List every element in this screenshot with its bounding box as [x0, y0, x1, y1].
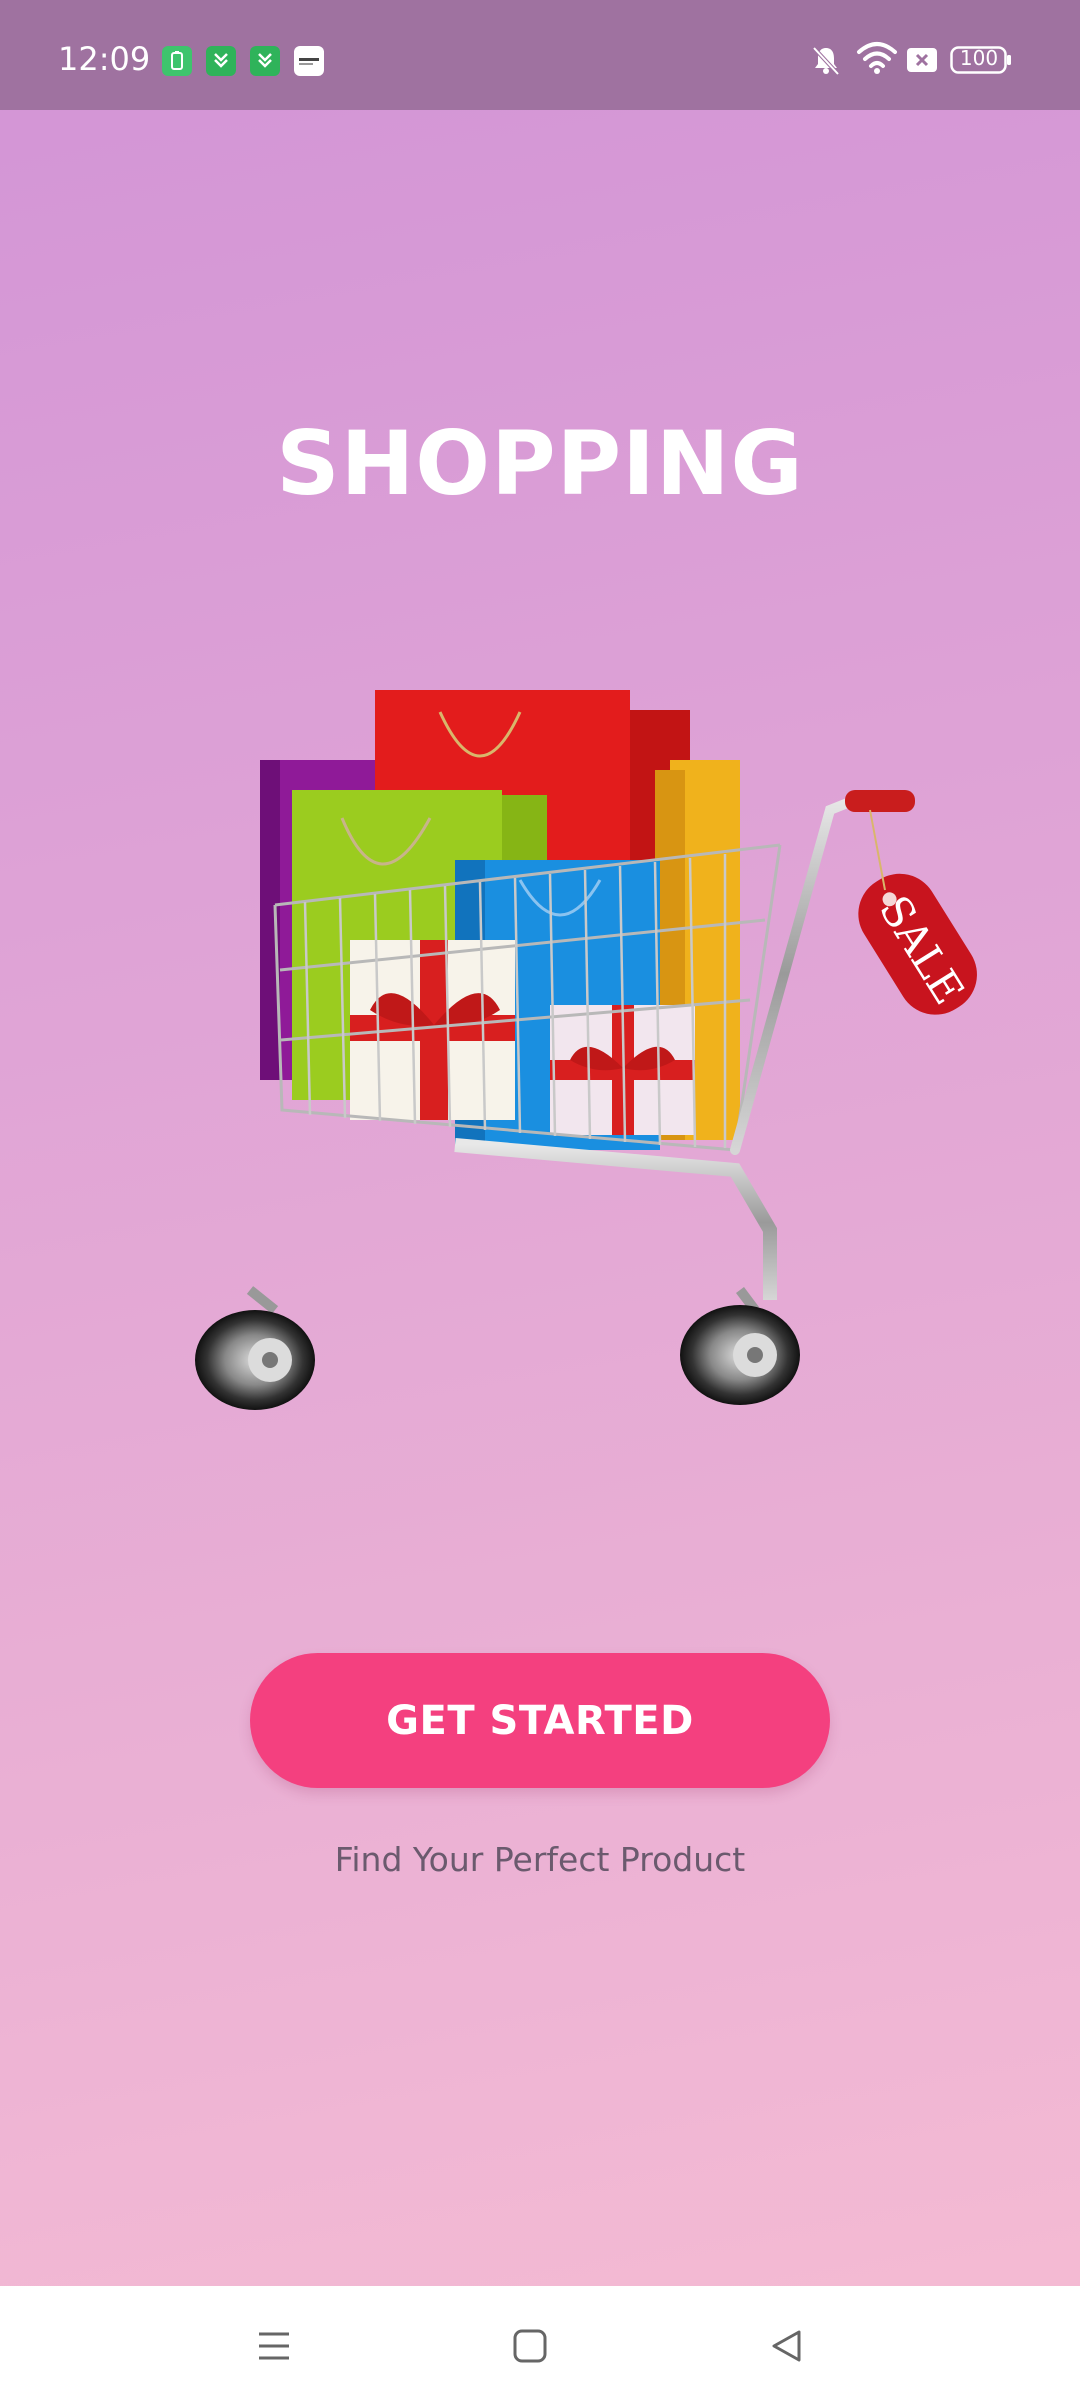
app-screen: 12:09 100 SHOPPING SALE GET STARTED Find…: [0, 0, 1080, 2400]
battery-saver-icon: [162, 46, 192, 76]
x-box-icon: [907, 48, 937, 72]
app-icon: [250, 46, 280, 76]
battery-level: 100: [959, 46, 999, 70]
news-app-icon: [294, 46, 324, 76]
home-icon[interactable]: [490, 2306, 570, 2386]
app-icon: [206, 46, 236, 76]
status-time: 12:09: [58, 40, 151, 78]
tagline: Find Your Perfect Product: [334, 1840, 746, 1879]
silent-bell-icon: [812, 46, 840, 76]
wifi-icon: [857, 42, 897, 74]
menu-icon[interactable]: [234, 2306, 314, 2386]
status-bar: 12:09 100: [0, 0, 1080, 110]
shopping-cart-illustration: SALE: [195, 690, 977, 1410]
back-icon[interactable]: [747, 2306, 827, 2386]
navigation-bar: [0, 2286, 1080, 2400]
page-title: SHOPPING: [276, 412, 804, 515]
get-started-button[interactable]: GET STARTED: [250, 1653, 830, 1788]
